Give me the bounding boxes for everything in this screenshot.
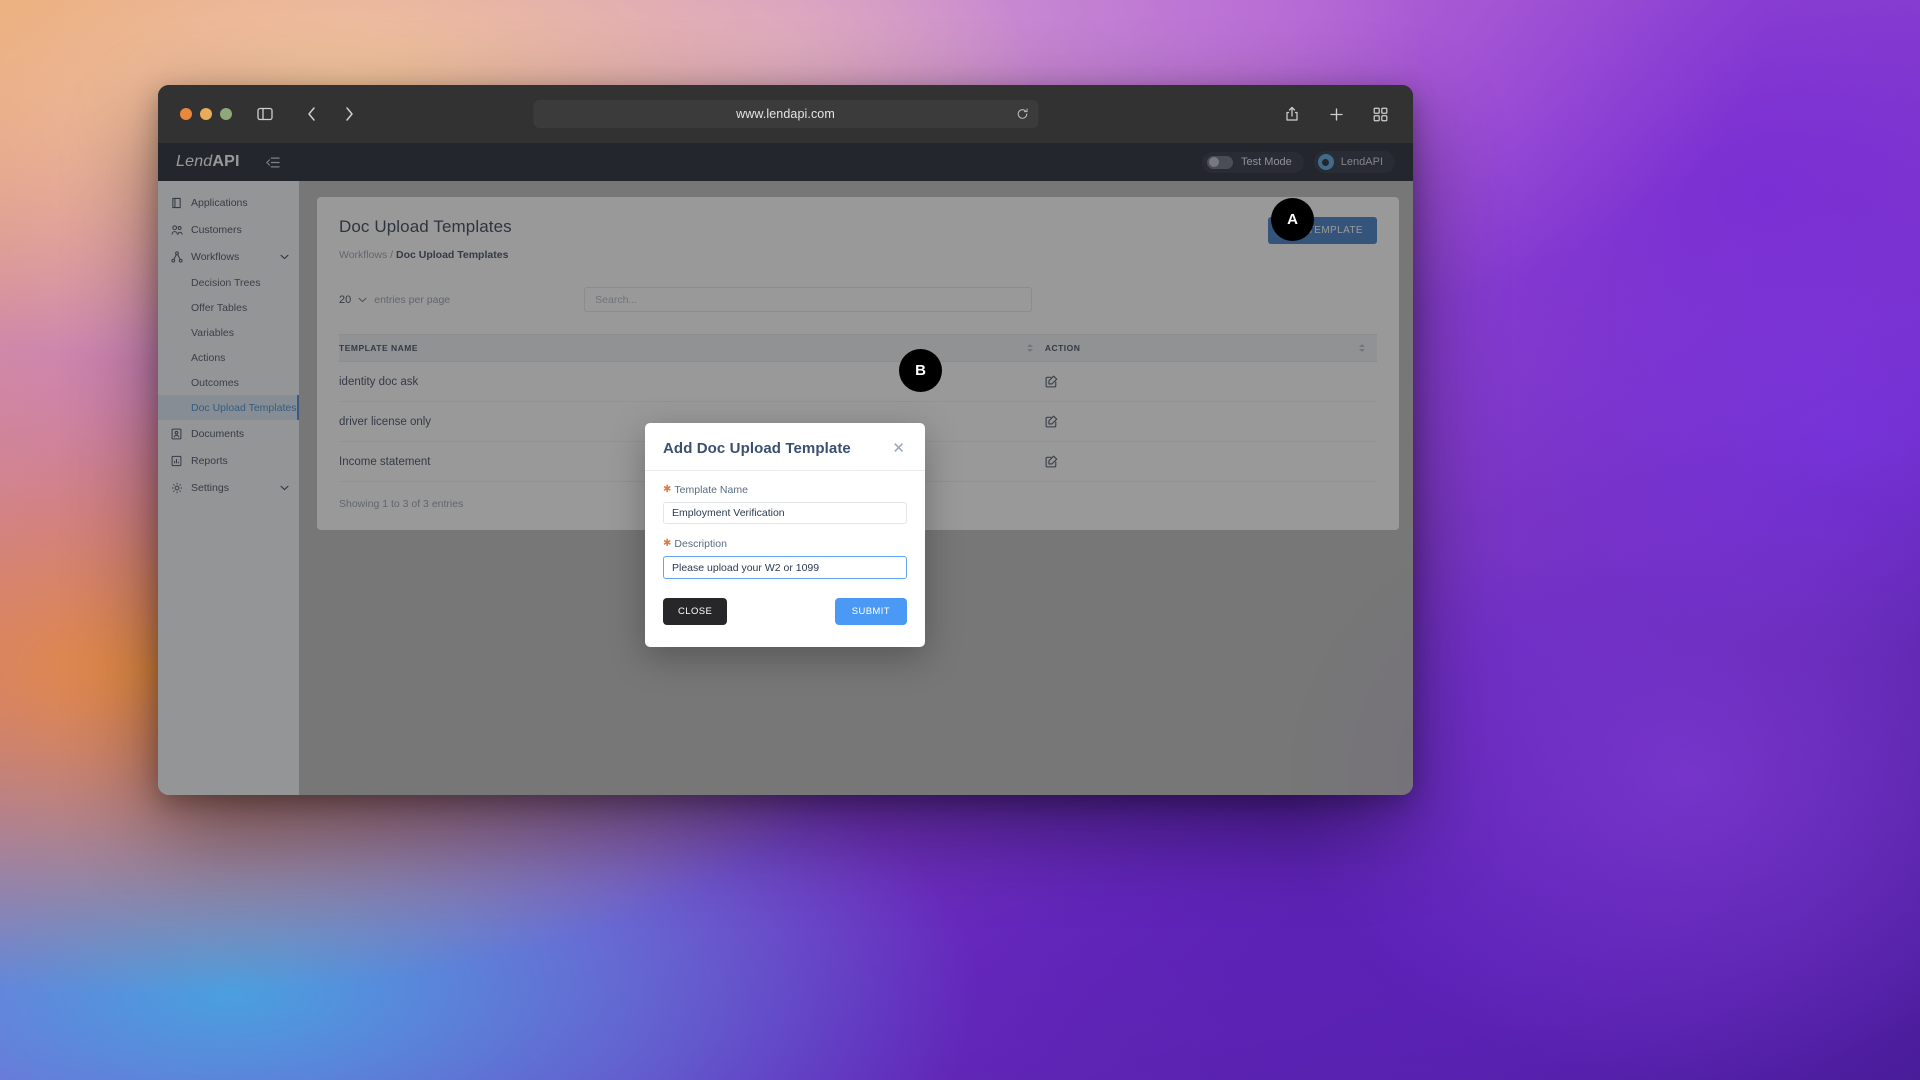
modal-footer: CLOSE SUBMIT (645, 593, 925, 647)
app-viewport: LendAPI Test Mode (158, 143, 1413, 795)
field-description: ✱ Description (663, 538, 907, 579)
annotation-badge-a: A (1271, 198, 1314, 241)
field-label-text: Description (674, 538, 727, 550)
close-x-icon[interactable]: ✕ (890, 441, 907, 456)
share-icon[interactable] (1281, 103, 1303, 125)
url-text: www.lendapi.com (736, 107, 835, 121)
back-arrow-icon[interactable] (300, 103, 322, 125)
browser-toolbar: www.lendapi.com (158, 85, 1413, 143)
submit-button[interactable]: SUBMIT (834, 598, 907, 625)
template-name-input[interactable] (663, 502, 907, 524)
field-label: ✱ Description (663, 538, 907, 550)
window-traffic-lights[interactable] (180, 108, 232, 120)
minimize-window-button[interactable] (200, 108, 212, 120)
add-doc-upload-template-modal: Add Doc Upload Template ✕ ✱ Template Nam… (645, 423, 925, 647)
annotation-badge-b: B (899, 349, 942, 392)
desktop-wallpaper: www.lendapi.com Search... Add Doc Upload… (0, 0, 1920, 1080)
description-input[interactable] (663, 556, 907, 579)
browser-window: www.lendapi.com Search... Add Doc Upload… (158, 85, 1413, 795)
sidebar-toggle-icon[interactable] (254, 103, 276, 125)
close-button[interactable]: CLOSE (663, 598, 728, 625)
address-bar[interactable]: www.lendapi.com (533, 100, 1038, 128)
close-window-button[interactable] (180, 108, 192, 120)
reload-icon[interactable] (1016, 108, 1028, 120)
modal-title: Add Doc Upload Template (663, 440, 851, 457)
tab-grid-icon[interactable] (1369, 103, 1391, 125)
field-label-text: Template Name (674, 484, 748, 496)
plus-icon[interactable] (1325, 103, 1347, 125)
field-label: ✱ Template Name (663, 484, 907, 496)
browser-nav-buttons[interactable] (300, 103, 360, 125)
forward-arrow-icon[interactable] (338, 103, 360, 125)
modal-header: Add Doc Upload Template ✕ (645, 423, 925, 471)
browser-toolbar-right (1281, 103, 1397, 125)
required-asterisk-icon: ✱ (663, 484, 672, 495)
required-asterisk-icon: ✱ (663, 538, 672, 549)
field-template-name: ✱ Template Name (663, 484, 907, 524)
maximize-window-button[interactable] (220, 108, 232, 120)
modal-body: ✱ Template Name ✱ Description (645, 471, 925, 579)
